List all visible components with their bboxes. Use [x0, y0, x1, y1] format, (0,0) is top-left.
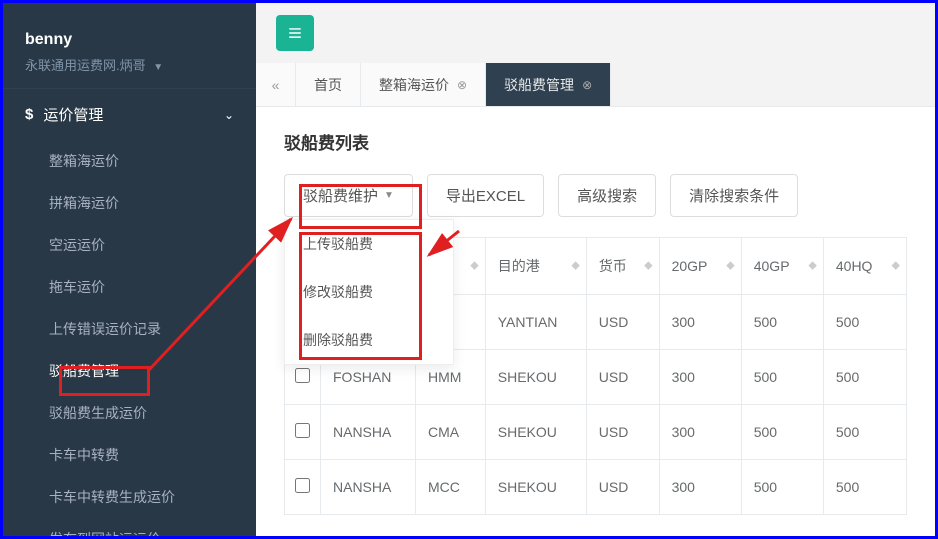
cell-40hq: 500 — [823, 350, 906, 405]
tab-label: 整箱海运价 — [379, 75, 449, 95]
cell-currency: USD — [586, 350, 659, 405]
table-row: NANSHAMCCSHEKOUUSD300500500 — [285, 460, 907, 515]
sort-icon: ◆ — [726, 263, 734, 270]
cell-currency: USD — [586, 405, 659, 460]
sort-icon: ◆ — [470, 263, 478, 270]
hamburger-button[interactable] — [276, 15, 314, 51]
panel-title: 驳船费列表 — [284, 129, 907, 154]
cell-20gp: 300 — [659, 295, 741, 350]
cell-20gp: 300 — [659, 350, 741, 405]
close-icon[interactable]: ⊗ — [457, 78, 467, 92]
cell-40gp: 500 — [741, 405, 823, 460]
cell-origin: NANSHA — [321, 405, 416, 460]
row-checkbox[interactable] — [295, 368, 310, 383]
cell-company: CMA — [416, 405, 486, 460]
tab-label: 驳船费管理 — [504, 75, 574, 95]
cell-currency: USD — [586, 460, 659, 515]
th-20gp[interactable]: 20GP◆ — [659, 238, 741, 295]
cell-40hq: 500 — [823, 295, 906, 350]
tab[interactable]: 整箱海运价 ⊗ — [361, 63, 486, 106]
hamburger-icon — [287, 26, 303, 40]
tab[interactable]: 首页 — [296, 63, 361, 106]
sidebar-username: benny — [25, 31, 234, 49]
clear-search-button[interactable]: 清除搜索条件 — [670, 174, 798, 217]
th-40gp[interactable]: 40GP◆ — [741, 238, 823, 295]
chevron-down-icon: ⌄ — [224, 108, 234, 122]
toolbar: 驳船费维护 ▼ 上传驳船费修改驳船费删除驳船费 导出EXCEL 高级搜索 清除搜… — [284, 174, 907, 217]
tabs-bar: « 首页 整箱海运价 ⊗ 驳船费管理 ⊗ — [256, 63, 935, 107]
cell-destination: SHEKOU — [485, 350, 586, 405]
close-icon[interactable]: ⊗ — [582, 78, 592, 92]
maintain-dropdown-menu: 上传驳船费修改驳船费删除驳船费 — [284, 219, 454, 365]
cell-destination: SHEKOU — [485, 405, 586, 460]
table-row: NANSHACMASHEKOUUSD300500500 — [285, 405, 907, 460]
sidebar-item[interactable]: 卡车中转费生成运价 — [3, 476, 256, 518]
sidebar-company[interactable]: 永联通用运费网.炳哥 ▼ — [25, 55, 234, 74]
dollar-icon: $ — [25, 106, 33, 123]
sidebar-item[interactable]: 拼箱海运价 — [3, 182, 256, 224]
sidebar-item[interactable]: 卡车中转费 — [3, 434, 256, 476]
row-checkbox[interactable] — [295, 423, 310, 438]
maintain-dropdown-label: 驳船费维护 — [303, 185, 378, 206]
tab-label: 首页 — [314, 75, 342, 95]
sort-icon: ◆ — [644, 263, 652, 270]
sort-icon: ◆ — [892, 263, 900, 270]
sidebar-item[interactable]: 空运运价 — [3, 224, 256, 266]
dropdown-item[interactable]: 上传驳船费 — [285, 220, 453, 268]
dropdown-item[interactable]: 删除驳船费 — [285, 316, 453, 364]
sidebar-item[interactable]: 驳船费管理 — [3, 350, 256, 392]
th-currency[interactable]: 货币◆ — [586, 238, 659, 295]
cell-40gp: 500 — [741, 460, 823, 515]
sidebar-item[interactable]: 拖车运价 — [3, 266, 256, 308]
sidebar-company-text: 永联通用运费网.炳哥 — [25, 58, 146, 73]
topbar — [256, 3, 935, 63]
cell-40hq: 500 — [823, 405, 906, 460]
th-destination[interactable]: 目的港◆ — [485, 238, 586, 295]
content-panel: 驳船费列表 驳船费维护 ▼ 上传驳船费修改驳船费删除驳船费 导出EXCEL 高级… — [256, 107, 935, 536]
cell-origin: NANSHA — [321, 460, 416, 515]
th-40hq[interactable]: 40HQ◆ — [823, 238, 906, 295]
caret-down-icon: ▼ — [384, 190, 394, 201]
advanced-search-button[interactable]: 高级搜索 — [558, 174, 656, 217]
tab[interactable]: 驳船费管理 ⊗ — [486, 63, 611, 106]
sidebar-section-label: 运价管理 — [43, 104, 103, 125]
cell-20gp: 300 — [659, 460, 741, 515]
dropdown-item[interactable]: 修改驳船费 — [285, 268, 453, 316]
row-checkbox[interactable] — [295, 478, 310, 493]
sidebar-section-freight[interactable]: $ 运价管理 ⌄ — [3, 89, 256, 140]
cell-40hq: 500 — [823, 460, 906, 515]
cell-40gp: 500 — [741, 295, 823, 350]
cell-20gp: 300 — [659, 405, 741, 460]
sidebar: benny 永联通用运费网.炳哥 ▼ $ 运价管理 ⌄ 整箱海运价拼箱海运价空运… — [3, 3, 256, 536]
sort-icon: ◆ — [571, 263, 579, 270]
cell-40gp: 500 — [741, 350, 823, 405]
sidebar-item[interactable]: 整箱海运价 — [3, 140, 256, 182]
tabs-back-button[interactable]: « — [256, 63, 296, 106]
export-excel-button[interactable]: 导出EXCEL — [427, 174, 544, 217]
maintain-dropdown-button[interactable]: 驳船费维护 ▼ — [284, 174, 413, 217]
sort-icon: ◆ — [808, 263, 816, 270]
sidebar-item[interactable]: 发布到网站运运价 — [3, 518, 256, 539]
sidebar-item[interactable]: 驳船费生成运价 — [3, 392, 256, 434]
cell-destination: YANTIAN — [485, 295, 586, 350]
caret-down-icon: ▼ — [153, 62, 163, 73]
sidebar-item[interactable]: 上传错误运价记录 — [3, 308, 256, 350]
cell-destination: SHEKOU — [485, 460, 586, 515]
cell-currency: USD — [586, 295, 659, 350]
cell-company: MCC — [416, 460, 486, 515]
double-chevron-left-icon: « — [272, 77, 280, 93]
